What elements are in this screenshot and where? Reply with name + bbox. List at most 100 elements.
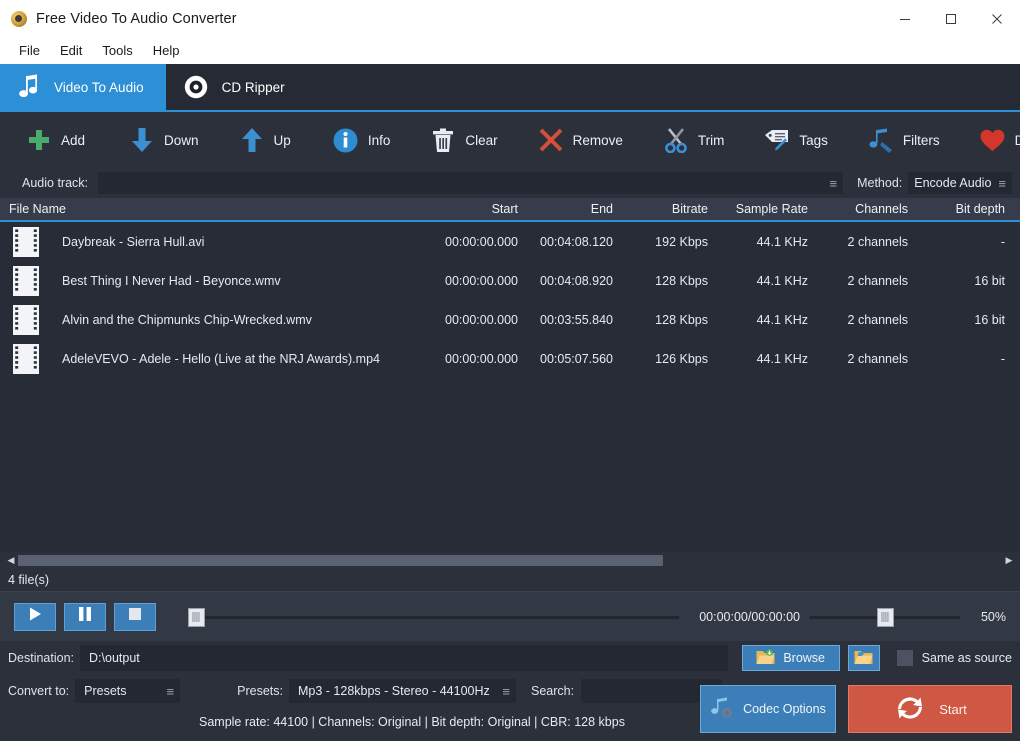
- scrollbar-thumb[interactable]: [18, 555, 663, 566]
- audio-track-select[interactable]: ≡: [98, 172, 843, 194]
- presets-select[interactable]: Mp3 - 128kbps - Stereo - 44100Hz ≡: [289, 679, 516, 703]
- play-button[interactable]: [14, 603, 56, 631]
- horizontal-scrollbar[interactable]: ◀ ▶: [0, 552, 1020, 569]
- menu-bar: File Edit Tools Help: [0, 37, 1020, 64]
- maximize-icon[interactable]: [928, 0, 974, 37]
- close-icon[interactable]: [974, 0, 1020, 37]
- column-header-sample-rate[interactable]: Sample Rate: [714, 202, 814, 216]
- app-window: Free Video To Audio Converter File Edit …: [0, 0, 1020, 741]
- convert-menu-icon: ≡: [167, 685, 175, 698]
- table-row[interactable]: Best Thing I Never Had - Beyonce.wmv 00:…: [0, 261, 1020, 300]
- start-button-label: Start: [939, 702, 966, 717]
- filters-button[interactable]: Filters: [868, 127, 940, 153]
- minimize-icon[interactable]: [882, 0, 928, 37]
- trash-icon: [430, 127, 456, 153]
- search-label: Search:: [531, 684, 574, 698]
- file-sample-rate: 44.1 KHz: [714, 274, 814, 288]
- remove-button-label: Remove: [573, 133, 623, 148]
- player-bar: 00:00:00/00:00:00 50%: [0, 591, 1020, 641]
- file-bitrate: 126 Kbps: [619, 352, 714, 366]
- table-row[interactable]: Alvin and the Chipmunks Chip-Wrecked.wmv…: [0, 300, 1020, 339]
- same-as-source-checkbox[interactable]: Same as source: [897, 650, 1012, 666]
- method-label: Method:: [857, 176, 902, 190]
- start-button[interactable]: Start: [848, 685, 1012, 733]
- seek-slider[interactable]: [188, 603, 679, 631]
- volume-slider[interactable]: [810, 603, 960, 631]
- codec-options-label: Codec Options: [743, 702, 826, 716]
- menu-item-help[interactable]: Help: [143, 40, 190, 61]
- remove-button[interactable]: Remove: [538, 127, 623, 153]
- volume-percent-label: 50%: [972, 610, 1006, 624]
- scrollbar-track[interactable]: [18, 555, 1002, 566]
- table-row[interactable]: AdeleVEVO - Adele - Hello (Live at the N…: [0, 339, 1020, 378]
- toolbar: Add Down Up Info: [0, 112, 1020, 168]
- info-button[interactable]: Info: [333, 127, 391, 153]
- up-button[interactable]: Up: [239, 127, 291, 153]
- method-select[interactable]: Encode Audio ≡: [908, 172, 1012, 194]
- tab-label-cd-ripper: CD Ripper: [222, 80, 285, 95]
- codec-note-gear-icon: [710, 696, 734, 723]
- chevron-right-icon[interactable]: ▶: [1002, 555, 1016, 566]
- destination-row: Destination: D:\output Browse: [0, 641, 1020, 675]
- file-end: 00:05:07.560: [524, 352, 619, 366]
- file-name: Alvin and the Chipmunks Chip-Wrecked.wmv: [62, 313, 312, 327]
- file-list: Daybreak - Sierra Hull.avi 00:00:00.000 …: [0, 222, 1020, 552]
- tags-button[interactable]: Tags: [764, 127, 828, 153]
- menu-item-edit[interactable]: Edit: [50, 40, 92, 61]
- file-start: 00:00:00.000: [404, 352, 524, 366]
- convert-to-select[interactable]: Presets ≡: [75, 679, 180, 703]
- seek-knob[interactable]: [188, 608, 205, 627]
- arrow-down-icon: [129, 127, 155, 153]
- filters-note-icon: [868, 127, 894, 153]
- destination-input[interactable]: D:\output: [80, 645, 728, 671]
- info-button-label: Info: [368, 133, 391, 148]
- open-folder-button[interactable]: [848, 645, 880, 671]
- chevron-left-icon[interactable]: ◀: [4, 555, 18, 566]
- output-panel: Destination: D:\output Browse: [0, 641, 1020, 741]
- convert-to-value: Presets: [84, 684, 126, 698]
- film-strip-icon: [13, 266, 39, 296]
- tab-video-to-audio[interactable]: Video To Audio: [0, 64, 166, 110]
- donate-button[interactable]: Donate: [980, 127, 1020, 153]
- tab-bar: Video To Audio CD Ripper: [0, 64, 1020, 112]
- column-header-bitrate[interactable]: Bitrate: [619, 202, 714, 216]
- column-header-channels[interactable]: Channels: [814, 202, 914, 216]
- menu-item-tools[interactable]: Tools: [92, 40, 142, 61]
- menu-item-file[interactable]: File: [9, 40, 50, 61]
- cd-disc-icon: [184, 75, 208, 99]
- file-list-header: File Name Start End Bitrate Sample Rate …: [0, 198, 1020, 222]
- method-menu-icon: ≡: [998, 177, 1006, 190]
- stop-button[interactable]: [114, 603, 156, 631]
- music-note-icon: [18, 74, 40, 100]
- filters-button-label: Filters: [903, 133, 940, 148]
- file-channels: 2 channels: [814, 352, 914, 366]
- file-bitrate: 128 Kbps: [619, 274, 714, 288]
- browse-button-label: Browse: [783, 651, 825, 665]
- file-bitrate: 128 Kbps: [619, 313, 714, 327]
- column-header-end[interactable]: End: [524, 202, 619, 216]
- file-sample-rate: 44.1 KHz: [714, 352, 814, 366]
- column-header-bit-depth[interactable]: Bit depth: [914, 202, 1014, 216]
- folder-arrow-icon: [854, 649, 873, 668]
- clear-button[interactable]: Clear: [430, 127, 497, 153]
- trim-button-label: Trim: [698, 133, 725, 148]
- file-start: 00:00:00.000: [404, 313, 524, 327]
- file-bit-depth: -: [914, 235, 1014, 249]
- browse-button[interactable]: Browse: [742, 645, 840, 671]
- trim-button[interactable]: Trim: [663, 127, 725, 153]
- pause-button[interactable]: [64, 603, 106, 631]
- checkbox-box[interactable]: [897, 650, 913, 666]
- down-button[interactable]: Down: [129, 127, 199, 153]
- title-bar: Free Video To Audio Converter: [0, 0, 1020, 37]
- down-button-label: Down: [164, 133, 199, 148]
- tab-cd-ripper[interactable]: CD Ripper: [166, 64, 307, 110]
- volume-knob[interactable]: [877, 608, 894, 627]
- add-button[interactable]: Add: [26, 127, 85, 153]
- column-header-file-name[interactable]: File Name: [0, 202, 404, 216]
- heart-icon: [980, 127, 1006, 153]
- column-header-start[interactable]: Start: [404, 202, 524, 216]
- codec-options-button[interactable]: Codec Options: [700, 685, 836, 733]
- table-row[interactable]: Daybreak - Sierra Hull.avi 00:00:00.000 …: [0, 222, 1020, 261]
- add-button-label: Add: [61, 133, 85, 148]
- file-name: Daybreak - Sierra Hull.avi: [62, 235, 204, 249]
